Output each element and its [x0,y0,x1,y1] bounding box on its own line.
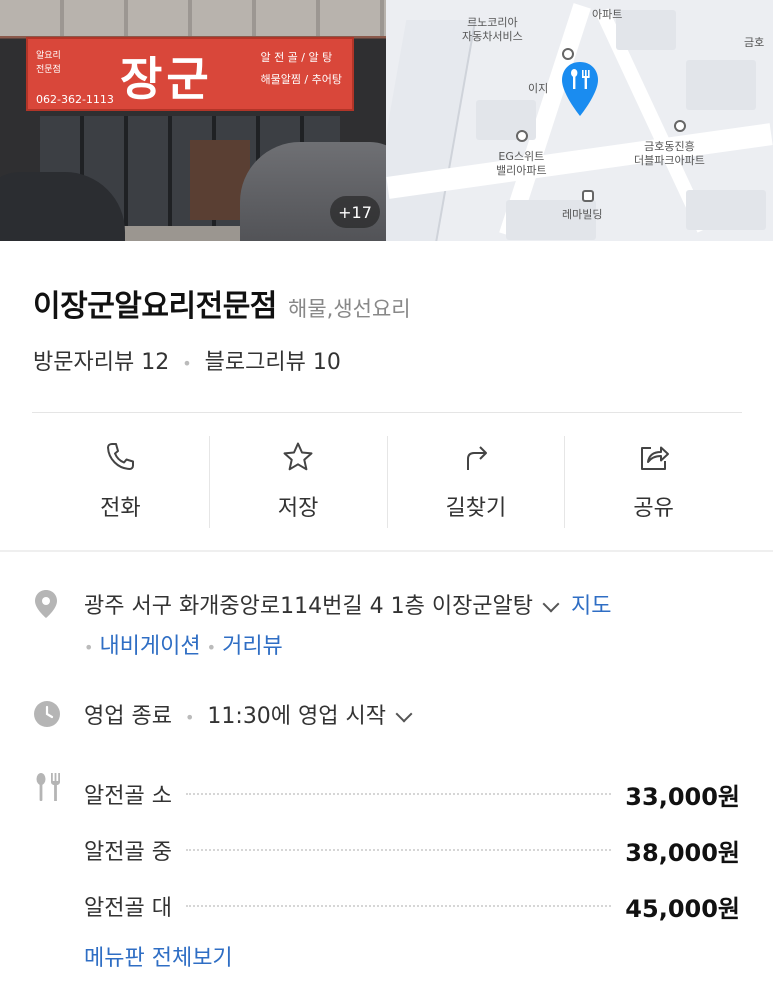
menu-item-name: 알전골 중 [84,840,172,865]
map-label-rema: 레마빌딩 [562,208,603,221]
sign-main-text: 장군 [120,52,213,106]
map-poi-icon [674,120,686,132]
divider [32,412,742,413]
fork-knife-icon [36,773,60,801]
directions-button[interactable]: 길찾기 [388,436,566,528]
separator-dot: • [206,637,217,657]
review-row: 방문자리뷰 12 • 블로그리뷰 10 [33,344,341,376]
map-label-top-right: 금호 [744,36,765,49]
share-label: 공유 [633,496,674,521]
directions-icon [466,446,487,470]
star-icon [283,442,313,471]
sign-small-line-1: 알요리 [36,51,61,61]
sign-phone: 062-362-1113 [36,93,114,106]
call-button[interactable]: 전화 [32,436,210,528]
place-category: 해물,생선요리 [288,297,411,321]
section-divider [0,550,773,552]
save-button[interactable]: 저장 [210,436,388,528]
visitor-reviews-link[interactable]: 방문자리뷰 12 [33,350,169,375]
store-sign: 알요리 전문점 장군 062-362-1113 알 전 골 / 알 탕 해물알찜… [26,37,354,111]
location-map[interactable]: 르노코리아 자동차서비스 아파트 EG스위트 밸리아파트 금호동진흥 더블파크아파트 … [386,0,773,241]
separator-dot: • [184,707,195,727]
title-row: 이장군알요리전문점 해물,생선요리 [33,281,411,325]
address-text[interactable]: 광주 서구 화개중앙로114번길 4 1층 이장군알탕 [84,594,533,619]
full-menu-link[interactable]: 메뉴판 전체보기 [84,940,233,972]
hours-status: 영업 종료 [84,704,172,729]
separator-dot: • [182,353,192,373]
map-label-top-apt: 아파트 [592,8,623,21]
map-label-iji: 이지 [528,82,549,95]
navigation-link[interactable]: 내비게이션 [99,634,200,659]
hours-next-open: 11:30에 영업 시작 [207,704,386,729]
menu-list: 알전골 소 33,000원 알전골 중 38,000원 알전골 대 45,000… [84,766,740,934]
blog-reviews-link[interactable]: 블로그리뷰 10 [205,350,341,375]
menu-item-name: 알전골 대 [84,896,172,921]
sign-small-line-2: 전문점 [36,65,61,75]
more-photos-badge[interactable]: +17 [330,196,380,228]
chevron-down-icon[interactable] [542,595,560,613]
phone-icon [107,443,135,470]
save-label: 저장 [277,496,319,521]
call-label: 전화 [100,496,141,521]
separator-dot: • [84,637,94,657]
sign-right-line-2: 해물알찜 / 추어탕 [260,73,342,86]
header-media: 알요리 전문점 장군 062-362-1113 알 전 골 / 알 탕 해물알찜… [0,0,773,241]
menu-item[interactable]: 알전골 대 45,000원 [84,878,740,934]
share-icon [640,446,669,470]
menu-item-price: 38,000원 [625,838,740,867]
map-label-eg: EG스위트 밸리아파트 [496,150,547,177]
sign-right-line-1: 알 전 골 / 알 탕 [260,51,333,64]
chevron-down-icon[interactable] [395,705,413,723]
menu-item-price: 45,000원 [625,894,740,923]
restaurant-pin-icon[interactable] [560,60,600,118]
street-view-link[interactable]: 거리뷰 [222,634,283,659]
map-label-renault: 르노코리아 자동차서비스 [462,16,523,43]
menu-item[interactable]: 알전골 소 33,000원 [84,766,740,822]
menu-item-price: 33,000원 [625,782,740,811]
map-poi-icon [562,48,574,60]
action-bar: 전화 저장 길찾기 공유 [32,436,742,528]
hours-row[interactable]: 영업 종료 • 11:30에 영업 시작 [84,698,424,730]
map-poi-icon [516,130,528,142]
dotted-leader [185,849,612,851]
address-row: 광주 서구 화개중앙로114번길 4 1층 이장군알탕 지도 [84,588,612,620]
clock-icon [34,701,60,727]
directions-label: 길찾기 [445,496,507,521]
dotted-leader [185,905,612,907]
map-link[interactable]: 지도 [571,594,611,619]
storefront-photo[interactable]: 알요리 전문점 장군 062-362-1113 알 전 골 / 알 탕 해물알찜… [0,0,386,241]
place-name: 이장군알요리전문점 [33,289,277,324]
share-button[interactable]: 공유 [565,436,742,528]
dotted-leader [185,793,612,795]
menu-item-name: 알전골 소 [84,784,172,809]
menu-item[interactable]: 알전골 중 38,000원 [84,822,740,878]
address-links: • 내비게이션 • 거리뷰 [84,628,283,660]
location-pin-icon [35,590,57,618]
map-poi-icon [582,190,594,202]
map-label-geumho: 금호동진흥 더블파크아파트 [634,140,705,167]
